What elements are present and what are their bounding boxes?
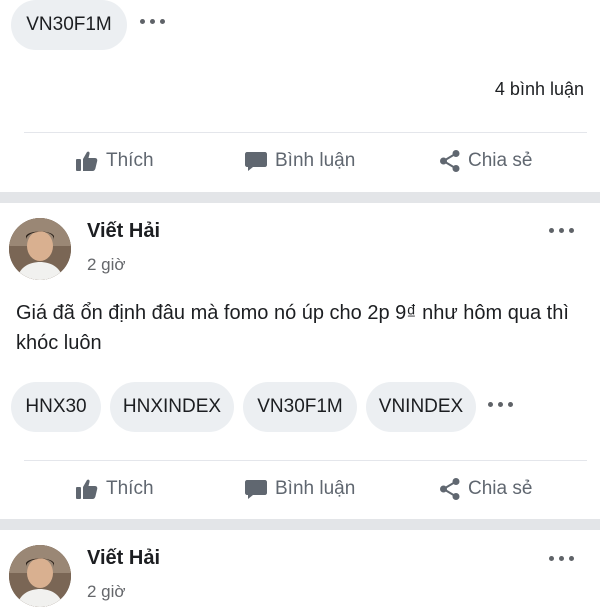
like-button[interactable]: Thích (75, 149, 154, 173)
speech-bubble-icon (245, 480, 267, 499)
author-name[interactable]: Viết Hải (87, 547, 160, 570)
post-separator (0, 192, 600, 203)
more-tags-icon[interactable] (488, 402, 513, 407)
post-time[interactable]: 2 giờ (87, 255, 126, 275)
post-text: Giá đã ổn định đâu mà fomo nó úp cho 2p … (16, 302, 569, 354)
share-button[interactable]: Chia sẻ (439, 149, 532, 173)
tag-chip[interactable]: HNXINDEX (110, 382, 234, 432)
share-icon (440, 478, 460, 500)
thumbs-up-icon (76, 151, 98, 171)
share-button[interactable]: Chia sẻ (439, 477, 532, 501)
share-label: Chia sẻ (468, 478, 533, 499)
tag-label: HNXINDEX (122, 396, 222, 417)
tag-label: VN30F1M (257, 396, 343, 417)
like-label: Thích (106, 478, 154, 499)
comment-button[interactable]: Bình luận (244, 477, 355, 501)
more-tags-icon[interactable] (140, 19, 165, 24)
avatar[interactable] (9, 545, 71, 607)
avatar[interactable] (9, 218, 71, 280)
profile-photo (9, 218, 71, 280)
tag-chip[interactable]: VNINDEX (366, 382, 476, 432)
more-options-icon[interactable] (549, 228, 574, 233)
comment-label: Bình luận (275, 150, 356, 171)
comment-label: Bình luận (275, 478, 356, 499)
speech-bubble-icon (245, 152, 267, 171)
like-label: Thích (106, 150, 154, 171)
like-button[interactable]: Thích (75, 477, 154, 501)
tag-label: HNX30 (25, 396, 87, 417)
divider (24, 132, 587, 133)
share-label: Chia sẻ (468, 150, 533, 171)
tag-label: VNINDEX (378, 396, 464, 417)
divider (24, 460, 587, 461)
profile-photo (9, 545, 71, 607)
share-icon (440, 150, 460, 172)
post-time[interactable]: 2 giờ (87, 582, 126, 602)
tag-chip[interactable]: VN30F1M (11, 0, 127, 50)
more-options-icon[interactable] (549, 556, 574, 561)
tag-label: VN30F1M (26, 14, 112, 35)
author-name[interactable]: Viết Hải (87, 220, 160, 243)
tag-chip[interactable]: VN30F1M (243, 382, 357, 432)
tag-chip[interactable]: HNX30 (11, 382, 101, 432)
comment-count[interactable]: 4 bình luận (495, 79, 584, 100)
comment-button[interactable]: Bình luận (244, 149, 355, 173)
thumbs-up-icon (76, 479, 98, 499)
post-separator (0, 519, 600, 530)
